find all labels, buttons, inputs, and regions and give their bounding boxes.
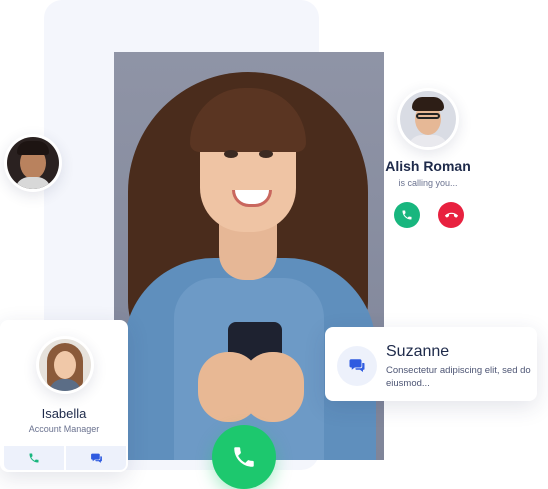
contact-avatar-left[interactable] — [4, 134, 62, 192]
message-card[interactable]: Suzanne Consectetur adipiscing elit, sed… — [325, 327, 537, 401]
call-status: is calling you... — [398, 178, 458, 188]
contact-role: Account Manager — [28, 424, 100, 434]
chat-icon — [90, 453, 102, 463]
caller-name: Alish Roman — [385, 158, 471, 174]
accept-call-button[interactable] — [394, 202, 420, 228]
contact-avatar[interactable] — [36, 336, 94, 394]
phone-icon — [402, 210, 412, 220]
decline-call-button[interactable] — [438, 202, 464, 228]
main-call-button[interactable] — [212, 425, 276, 489]
contact-card: Isabella Account Manager — [0, 320, 128, 472]
message-icon-badge — [337, 346, 377, 386]
contact-chat-button[interactable] — [66, 446, 126, 470]
message-preview: Consectetur adipiscing elit, sed do eius… — [386, 365, 531, 389]
caller-avatar[interactable] — [397, 88, 459, 150]
phone-icon — [29, 453, 39, 463]
phone-icon — [234, 447, 254, 467]
message-sender-name: Suzanne — [386, 343, 450, 360]
contact-name: Isabella — [41, 406, 87, 421]
chat-bubbles-icon — [349, 359, 365, 372]
hang-up-icon — [444, 212, 458, 218]
contact-call-button[interactable] — [4, 446, 64, 470]
